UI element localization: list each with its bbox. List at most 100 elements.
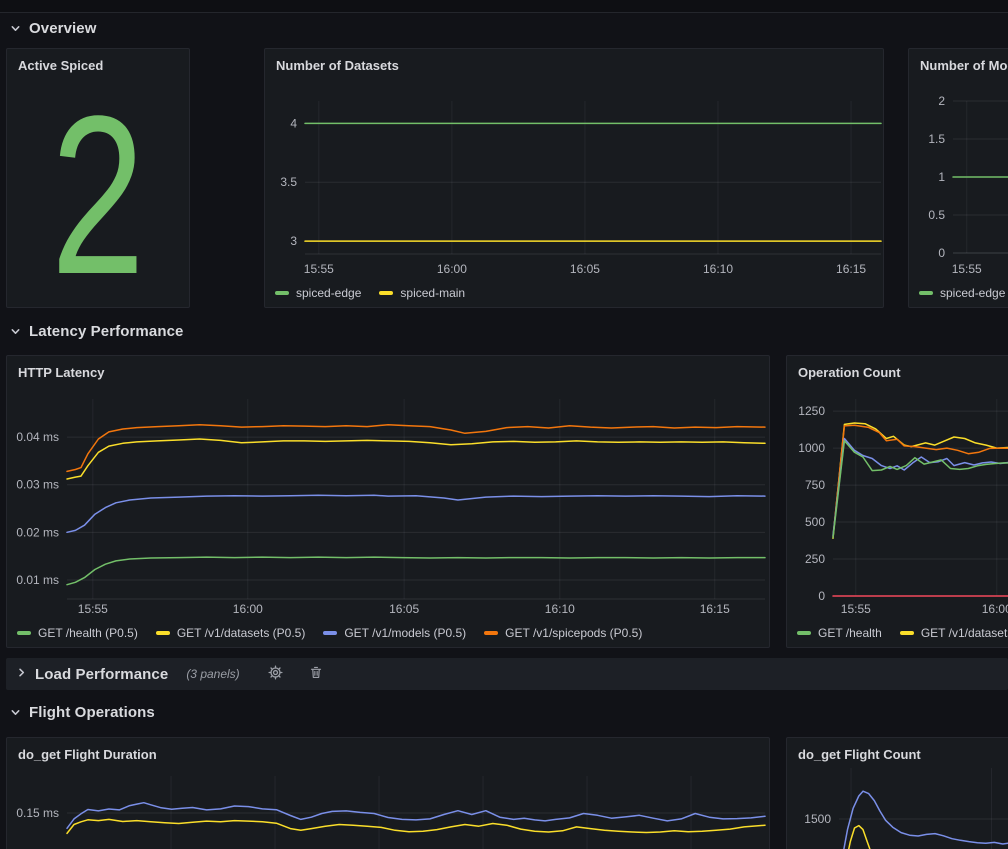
panel-active-spiced: Active Spiced 2 bbox=[6, 48, 190, 308]
section-header-latency-performance[interactable]: Latency Performance bbox=[10, 319, 183, 343]
section-title-flight-operations: Flight Operations bbox=[29, 704, 155, 721]
legend-swatch bbox=[484, 631, 498, 635]
legend-number-of-models: spiced-edge bbox=[919, 286, 1005, 300]
chevron-down-icon bbox=[10, 707, 21, 718]
series-line-get-v1-models bbox=[833, 439, 1008, 536]
section-title-load-performance: Load Performance bbox=[35, 666, 168, 683]
series-line-get-health bbox=[833, 441, 1008, 538]
y-tick-label: 0.15 ms bbox=[16, 806, 59, 820]
x-tick-label: 15:55 bbox=[952, 262, 982, 276]
legend-label: GET /v1/datasets (P0.5) bbox=[177, 626, 306, 640]
x-tick-label: 16:15 bbox=[836, 262, 866, 276]
x-tick-label: 16:10 bbox=[545, 602, 575, 616]
legend-item-get-v1-models-p0-5-[interactable]: GET /v1/models (P0.5) bbox=[323, 626, 466, 640]
stat-wrap: 2 bbox=[7, 83, 189, 307]
chart-do-get-flight-duration[interactable]: 0.15 ms bbox=[7, 738, 770, 849]
legend-label: spiced-main bbox=[400, 286, 465, 300]
section-header-flight-operations[interactable]: Flight Operations bbox=[10, 700, 155, 724]
series-line-do-get-p50 bbox=[67, 803, 765, 829]
y-tick-label: 500 bbox=[805, 515, 825, 529]
series-line-do-get-p25 bbox=[67, 819, 765, 833]
y-tick-label: 1500 bbox=[804, 812, 831, 826]
section-title-overview: Overview bbox=[29, 20, 97, 37]
series-line-do-get-count-b bbox=[846, 826, 1008, 849]
y-tick-label: 250 bbox=[805, 552, 825, 566]
series-line-get-v1-models-p0-5- bbox=[67, 495, 765, 532]
y-tick-label: 2 bbox=[938, 94, 945, 108]
panel-do-get-flight-duration: do_get Flight Duration 0.15 ms bbox=[6, 737, 770, 849]
section-title-latency-performance: Latency Performance bbox=[29, 323, 183, 340]
grafana-dashboard: Overview Active Spiced 2 Number of Datas… bbox=[0, 0, 1008, 849]
legend-http-latency: GET /health (P0.5) GET /v1/datasets (P0.5… bbox=[17, 626, 642, 640]
legend-label: GET /health (P0.5) bbox=[38, 626, 138, 640]
legend-swatch bbox=[17, 631, 31, 635]
y-tick-label: 0.02 ms bbox=[16, 525, 59, 539]
legend-swatch bbox=[379, 291, 393, 295]
chevron-down-icon bbox=[10, 326, 21, 337]
x-tick-label: 16:05 bbox=[389, 602, 419, 616]
panel-number-of-datasets: Number of Datasets 15:5516:0016:0516:101… bbox=[264, 48, 884, 308]
legend-label: GET /v1/models (P0.5) bbox=[344, 626, 466, 640]
panel-number-of-models: Number of Models 15:5516:0016:0516:1016:… bbox=[908, 48, 1008, 308]
x-tick-label: 16:00 bbox=[437, 262, 467, 276]
y-tick-label: 0 bbox=[818, 589, 825, 603]
stat-value: 2 bbox=[51, 100, 145, 290]
series-line-get-v1-datasets-p0-5- bbox=[67, 439, 765, 479]
y-tick-label: 4 bbox=[290, 116, 297, 130]
legend-swatch bbox=[275, 291, 289, 295]
series-line-get-v1-datasets bbox=[833, 423, 1008, 538]
legend-label: GET /v1/datasets bbox=[921, 626, 1008, 640]
legend-item-spiced-main[interactable]: spiced-main bbox=[379, 286, 465, 300]
legend-label: GET /health bbox=[818, 626, 882, 640]
legend-item-get-health[interactable]: GET /health bbox=[797, 626, 882, 640]
series-line-get-v1-spicepods bbox=[833, 425, 1008, 537]
legend-item-spiced-edge[interactable]: spiced-edge bbox=[275, 286, 361, 300]
y-tick-label: 0.03 ms bbox=[16, 478, 59, 492]
chart-number-of-models[interactable]: 15:5516:0016:0516:1016:1500.511.52 bbox=[909, 49, 1008, 308]
legend-item-get-v1-datasets[interactable]: GET /v1/datasets bbox=[900, 626, 1008, 640]
panel-http-latency: HTTP Latency 15:5516:0016:0516:1016:150.… bbox=[6, 355, 770, 648]
legend-label: GET /v1/spicepods (P0.5) bbox=[505, 626, 642, 640]
legend-item-get-v1-datasets-p0-5-[interactable]: GET /v1/datasets (P0.5) bbox=[156, 626, 306, 640]
x-tick-label: 16:00 bbox=[982, 602, 1008, 616]
legend-operation-count: GET /health GET /v1/datasets bbox=[797, 626, 1008, 640]
legend-item-get-v1-spicepods-p0-5-[interactable]: GET /v1/spicepods (P0.5) bbox=[484, 626, 642, 640]
x-tick-label: 16:00 bbox=[233, 602, 263, 616]
legend-item-spiced-edge[interactable]: spiced-edge bbox=[919, 286, 1005, 300]
top-navbar bbox=[0, 0, 1008, 13]
legend-swatch bbox=[900, 631, 914, 635]
y-tick-label: 1 bbox=[938, 170, 945, 184]
legend-number-of-datasets: spiced-edge spiced-main bbox=[275, 286, 465, 300]
y-tick-label: 1000 bbox=[798, 441, 825, 455]
panel-do-get-flight-count: do_get Flight Count 1500 bbox=[786, 737, 1008, 849]
chart-operation-count[interactable]: 15:5516:0016:0516:1016:15025050075010001… bbox=[787, 356, 1008, 648]
panel-count-note: (3 panels) bbox=[186, 667, 239, 681]
series-line-get-health-p0-5- bbox=[67, 557, 765, 585]
trash-icon bbox=[309, 665, 323, 683]
legend-swatch bbox=[797, 631, 811, 635]
x-tick-label: 16:10 bbox=[703, 262, 733, 276]
chart-number-of-datasets[interactable]: 15:5516:0016:0516:1016:1533.54 bbox=[265, 49, 884, 308]
section-header-load-performance[interactable]: Load Performance (3 panels) bbox=[6, 658, 1008, 690]
x-tick-label: 15:55 bbox=[78, 602, 108, 616]
gear-icon bbox=[268, 665, 283, 683]
legend-label: spiced-edge bbox=[940, 286, 1005, 300]
y-tick-label: 0.01 ms bbox=[16, 573, 59, 587]
chevron-down-icon bbox=[10, 23, 21, 34]
row-delete-button[interactable] bbox=[307, 663, 325, 685]
y-tick-label: 1.5 bbox=[928, 132, 945, 146]
x-tick-label: 16:15 bbox=[700, 602, 730, 616]
y-tick-label: 3 bbox=[290, 234, 297, 248]
row-settings-button[interactable] bbox=[266, 663, 285, 685]
legend-item-get-health-p0-5-[interactable]: GET /health (P0.5) bbox=[17, 626, 138, 640]
chevron-right-icon bbox=[16, 665, 27, 683]
x-tick-label: 15:55 bbox=[841, 602, 871, 616]
x-tick-label: 16:05 bbox=[570, 262, 600, 276]
chart-do-get-flight-count[interactable]: 1500 bbox=[787, 738, 1008, 849]
y-tick-label: 0.5 bbox=[928, 208, 945, 222]
section-header-overview[interactable]: Overview bbox=[10, 16, 97, 40]
x-tick-label: 15:55 bbox=[304, 262, 334, 276]
legend-swatch bbox=[323, 631, 337, 635]
chart-http-latency[interactable]: 15:55 16:00 16:05 16:10 16:15 0.01 ms 0.02 ms 0… bbox=[7, 356, 770, 648]
y-tick-label: 0.04 ms bbox=[16, 430, 59, 444]
